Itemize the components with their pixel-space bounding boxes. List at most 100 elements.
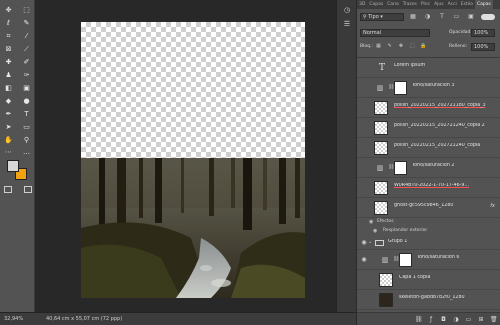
visibility-toggle-icon[interactable]	[360, 124, 368, 131]
dodge-tool-icon[interactable]: ●	[20, 97, 33, 106]
screen-mode-icon[interactable]	[24, 186, 32, 193]
layer-row[interactable]: ghost-gc595c9846_1280 fx	[357, 198, 500, 218]
pixel-filter-icon[interactable]: ▦	[409, 13, 417, 21]
tab-estilos[interactable]: Estilo	[459, 0, 475, 9]
smart-object-filter-icon[interactable]: ▣	[467, 13, 475, 21]
visibility-toggle-icon[interactable]	[360, 84, 368, 91]
lock-pixels-icon[interactable]: ▦	[375, 43, 382, 50]
quick-select-tool-icon[interactable]: ✎	[20, 19, 33, 28]
layer-mask-thumbnail[interactable]	[394, 161, 407, 175]
blend-mode-select[interactable]: Normal	[360, 29, 430, 37]
type-filter-icon[interactable]: T	[438, 13, 446, 21]
brush-tool-icon[interactable]: ✐	[20, 58, 33, 67]
move-tool-icon[interactable]: ✥	[2, 6, 15, 15]
eyedropper-tool-icon[interactable]: ⁄	[20, 32, 33, 41]
zoom-level[interactable]: 32,94%	[4, 313, 23, 325]
frame-tool-icon[interactable]: ⊠	[2, 45, 15, 54]
layer-row[interactable]: Capa 1 copia	[357, 270, 500, 290]
tab-acciones[interactable]: Acci	[446, 0, 459, 9]
hand-tool-icon[interactable]: ✋	[2, 136, 15, 145]
new-layer-icon[interactable]: ⊞	[478, 316, 485, 323]
effects-visibility-icon[interactable]: ◉	[369, 219, 373, 225]
layer-row[interactable]: skeleton-gabd87b2f0_1280	[357, 290, 500, 310]
visibility-toggle-icon[interactable]	[360, 64, 368, 71]
layer-row[interactable]: polish_20220215_202721240_copia 2	[357, 118, 500, 138]
visibility-toggle-icon[interactable]	[360, 276, 368, 283]
zoom-tool-icon[interactable]: ⚲	[20, 136, 33, 145]
layer-row[interactable]: ▥ ⛓ Tono/saturación 3	[357, 78, 500, 98]
tab-ajustes[interactable]: Ajus	[432, 0, 446, 9]
tab-capas[interactable]: Capas	[367, 0, 385, 9]
path-select-tool-icon[interactable]: ➤	[2, 123, 15, 132]
layer-effects-icon[interactable]: fx	[490, 203, 495, 209]
eraser-tool-icon[interactable]: ◧	[2, 84, 15, 93]
lock-all-icon[interactable]: 🔒	[420, 43, 427, 50]
gradient-tool-icon[interactable]: ▣	[20, 84, 33, 93]
lock-artboard-icon[interactable]: ⬚	[409, 43, 416, 50]
visibility-toggle-icon[interactable]: ◉	[360, 239, 368, 246]
layer-mask-thumbnail[interactable]	[394, 81, 407, 95]
layer-row[interactable]: W0R4BT0-2022-1-70-17-46-9...	[357, 178, 500, 198]
new-adjustment-icon[interactable]: ◑	[453, 316, 460, 323]
visibility-toggle-icon[interactable]	[360, 296, 368, 303]
tab-capas-active[interactable]: Capas	[475, 0, 493, 9]
layer-mask-thumbnail[interactable]	[399, 253, 412, 267]
new-group-icon[interactable]: ▭	[465, 316, 472, 323]
visibility-toggle-icon[interactable]	[360, 204, 368, 211]
visibility-toggle-icon[interactable]	[360, 164, 368, 171]
tab-pinceles[interactable]: Pinc	[419, 0, 432, 9]
document-canvas[interactable]	[81, 22, 305, 298]
opacity-input[interactable]: 100%	[471, 29, 495, 37]
layer-row[interactable]: polish_20220215_202721240_copia	[357, 138, 500, 158]
lasso-tool-icon[interactable]: ℓ	[2, 19, 15, 28]
visibility-toggle-icon[interactable]: ◉	[360, 256, 368, 263]
filter-kind-select[interactable]: ⚲ Tipo ▾	[360, 13, 404, 21]
group-expand-icon[interactable]: ⌄	[368, 239, 372, 245]
chain-link-icon[interactable]: ⛓	[388, 164, 394, 171]
panel-tabs: 3D Capas Cana Trazos Pinc Ajus Acci Esti…	[357, 0, 500, 9]
edit-toolbar-icon[interactable]: …	[20, 148, 33, 157]
tab-canales[interactable]: Cana	[385, 0, 401, 9]
visibility-toggle-icon[interactable]	[360, 144, 368, 151]
layer-row[interactable]: ◉ ▥ ⛓ Tono/saturación 6	[357, 250, 500, 270]
foreground-color-swatch[interactable]	[7, 160, 19, 172]
shape-tool-icon[interactable]: ▭	[20, 123, 33, 132]
history-panel-icon[interactable]: ◷	[342, 6, 352, 15]
link-layers-icon[interactable]: ⛓	[415, 316, 423, 323]
crop-tool-icon[interactable]: ⌗	[2, 32, 15, 41]
adjustment-filter-icon[interactable]: ◑	[424, 13, 432, 21]
add-style-icon[interactable]: ƒ	[428, 316, 435, 323]
properties-panel-icon[interactable]: ☰	[342, 20, 352, 29]
layer-thumbnail	[374, 201, 388, 215]
quick-mask-icon[interactable]	[4, 186, 12, 193]
hue-saturation-icon: ▥	[381, 256, 389, 264]
lock-paint-icon[interactable]: ✎	[386, 43, 393, 50]
stamp-tool-icon[interactable]: ♟	[2, 71, 15, 80]
layer-row[interactable]: T Lorem Ipsum	[357, 58, 500, 78]
chain-link-icon[interactable]: ⛓	[393, 256, 399, 263]
footer-icons: ⛓ ƒ ◘ ◑ ▭ ⊞ 🗑	[415, 316, 498, 323]
tab-3d[interactable]: 3D	[357, 0, 367, 9]
tab-trazos[interactable]: Trazos	[401, 0, 419, 9]
layer-row[interactable]: ▥ ⛓ Tono/saturación 2	[357, 158, 500, 178]
lock-position-icon[interactable]: ✥	[398, 43, 405, 50]
effect-visibility-icon[interactable]: ◉	[373, 228, 377, 234]
type-tool-icon[interactable]: T	[20, 110, 33, 119]
chain-link-icon[interactable]: ⛓	[388, 84, 394, 91]
blur-tool-icon[interactable]: ◆	[2, 97, 15, 106]
visibility-toggle-icon[interactable]	[360, 184, 368, 191]
marquee-tool-icon[interactable]: ⬚	[20, 6, 33, 15]
layer-row[interactable]: polish_20220215_202721180_copia_3	[357, 98, 500, 118]
pen-tool-icon[interactable]: ✒	[2, 110, 15, 119]
history-brush-tool-icon[interactable]: ✑	[20, 71, 33, 80]
add-mask-icon[interactable]: ◘	[440, 316, 447, 323]
filter-toggle[interactable]	[481, 14, 495, 20]
ruler-tool-icon[interactable]: ⟋	[20, 45, 33, 54]
visibility-toggle-icon[interactable]	[360, 104, 368, 111]
healing-tool-icon[interactable]: ✚	[2, 58, 15, 67]
shape-filter-icon[interactable]: ▭	[453, 13, 461, 21]
delete-layer-icon[interactable]: 🗑	[490, 316, 498, 323]
group-row[interactable]: ◉ ⌄ Grupo 1	[357, 236, 500, 250]
fill-input[interactable]: 100%	[471, 43, 495, 51]
more-tools-icon[interactable]: ⋯	[2, 148, 15, 157]
